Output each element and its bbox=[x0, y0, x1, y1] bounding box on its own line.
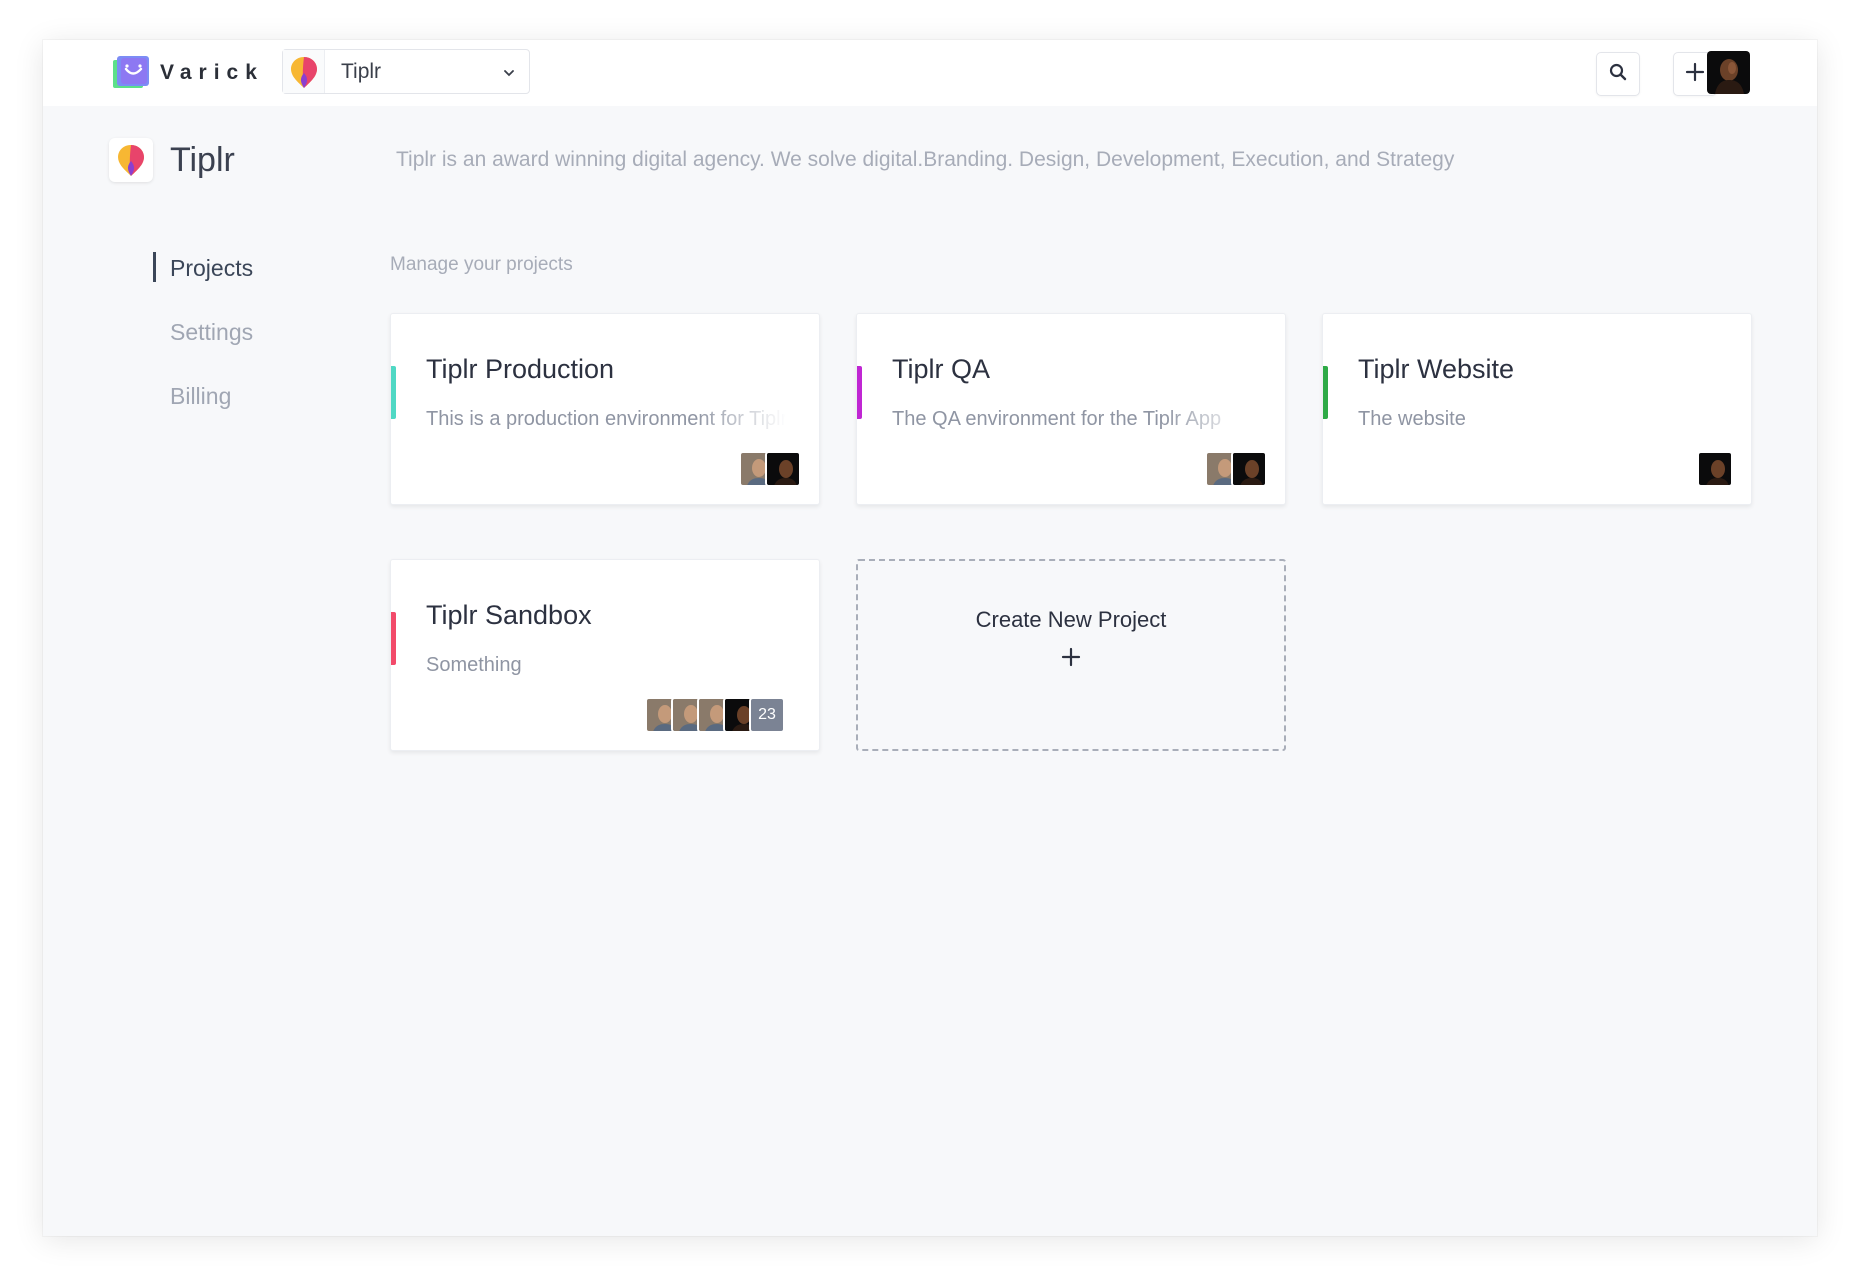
project-card-qa[interactable]: Tiplr QA The QA environment for the Tipl… bbox=[856, 313, 1286, 505]
member-avatar bbox=[1697, 451, 1733, 487]
user-avatar[interactable] bbox=[1707, 51, 1750, 94]
section-label: Manage your projects bbox=[390, 254, 573, 275]
project-title: Tiplr QA bbox=[892, 354, 991, 384]
project-card-website[interactable]: Tiplr Website The website bbox=[1322, 313, 1752, 505]
varick-logo-icon bbox=[113, 56, 149, 90]
org-description: Tiplr is an award winning digital agency… bbox=[396, 148, 1455, 171]
member-avatars bbox=[1697, 451, 1733, 487]
create-project-label: Create New Project bbox=[975, 607, 1167, 632]
more-members-badge[interactable]: 23 bbox=[749, 697, 785, 733]
project-card-sandbox[interactable]: Tiplr Sandbox Something 23 bbox=[390, 559, 820, 751]
org-header: Tiplr bbox=[109, 138, 235, 182]
project-description: Something bbox=[426, 654, 522, 676]
chevron-down-icon bbox=[503, 66, 515, 78]
sidebar-item-projects[interactable]: Projects bbox=[153, 252, 253, 316]
card-accent bbox=[857, 366, 862, 419]
brand[interactable]: Varick bbox=[113, 56, 264, 90]
project-description: The website bbox=[1358, 408, 1466, 430]
project-title: Tiplr Website bbox=[1358, 354, 1515, 384]
member-avatars bbox=[1205, 451, 1267, 487]
brand-name: Varick bbox=[160, 61, 264, 84]
card-accent bbox=[391, 366, 396, 419]
project-title: Tiplr Production bbox=[426, 354, 615, 384]
project-title: Tiplr Sandbox bbox=[426, 600, 592, 630]
app-window: Varick Tiplr Tiplr Tiplr is an award win… bbox=[43, 40, 1817, 1236]
member-avatar bbox=[1231, 451, 1267, 487]
card-accent bbox=[391, 612, 396, 665]
org-title: Tiplr bbox=[170, 140, 235, 179]
workspace-name: Tiplr bbox=[341, 59, 382, 83]
search-button[interactable] bbox=[1596, 52, 1640, 96]
top-bar: Varick Tiplr bbox=[43, 40, 1817, 106]
plus-icon bbox=[1685, 62, 1705, 87]
sidebar-nav: Projects Settings Billing bbox=[153, 252, 253, 444]
project-description: This is a production environment for Tip… bbox=[426, 408, 786, 430]
search-icon bbox=[1608, 62, 1628, 87]
project-description: The QA environment for the Tiplr App bbox=[892, 408, 1222, 430]
workspace-select[interactable]: Tiplr bbox=[282, 49, 530, 94]
member-avatars: 23 bbox=[645, 697, 785, 733]
plus-icon bbox=[1061, 647, 1081, 667]
create-project-button[interactable]: Create New Project bbox=[856, 559, 1286, 751]
sidebar-item-billing[interactable]: Billing bbox=[153, 380, 253, 444]
member-avatar bbox=[765, 451, 801, 487]
member-avatars bbox=[739, 451, 801, 487]
tiplr-logo-icon bbox=[109, 138, 153, 182]
card-accent bbox=[1323, 366, 1328, 419]
tiplr-logo-icon bbox=[283, 50, 325, 93]
project-card-production[interactable]: Tiplr Production This is a production en… bbox=[390, 313, 820, 505]
sidebar-item-settings[interactable]: Settings bbox=[153, 316, 253, 380]
